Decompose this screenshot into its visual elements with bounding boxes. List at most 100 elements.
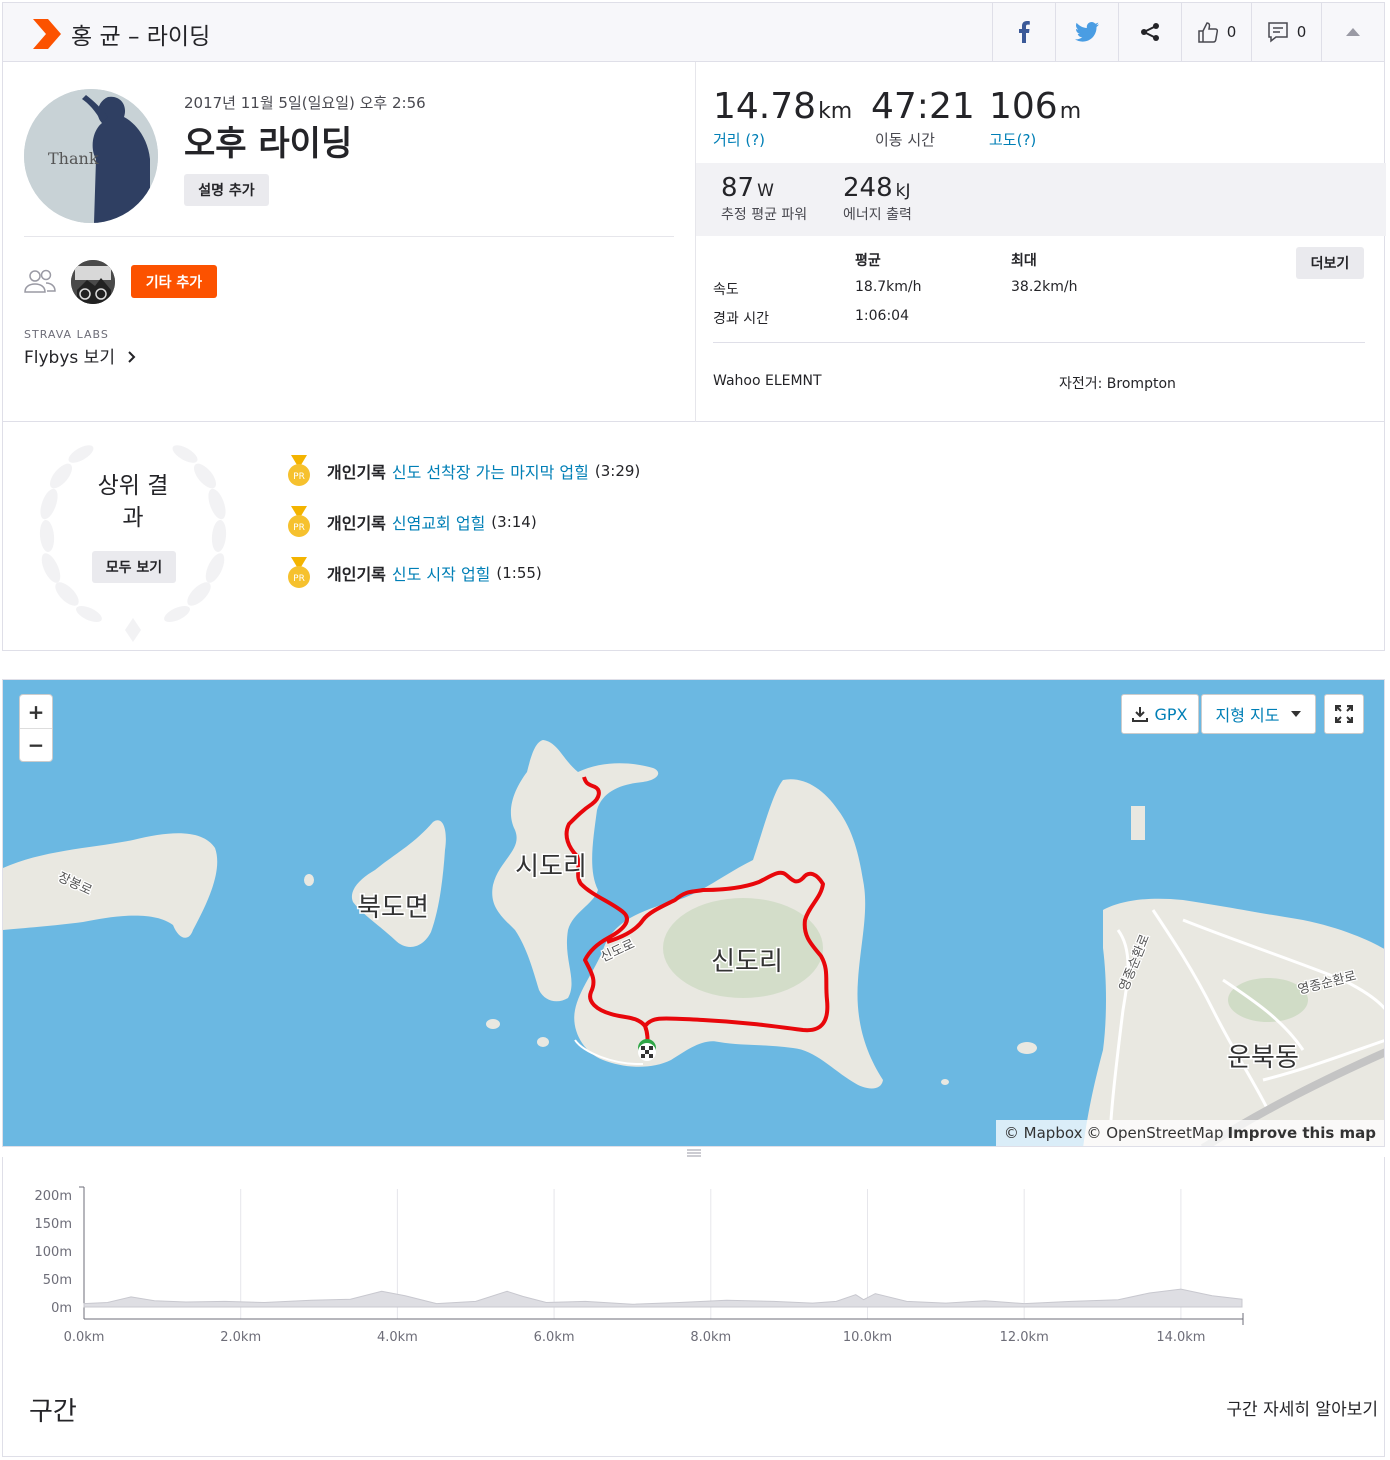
- comment-button[interactable]: 0: [1251, 3, 1321, 61]
- stat-power: 87 W 추정 평균 파워: [721, 173, 807, 224]
- laurel-wreath-icon: [39, 445, 227, 642]
- expand-icon: [1335, 705, 1353, 723]
- strava-labs-label: STRAVA LABS: [24, 328, 109, 341]
- map-canvas[interactable]: 시도리 북도면 신도리 운북동 장봉로 신도로 영종순환로 영종순환로: [3, 680, 1385, 1147]
- secondary-stats-box: 87 W 추정 평균 파워 248 kJ 에너지 출력: [696, 163, 1386, 236]
- segments-title: 구간: [29, 1397, 77, 1427]
- label-unbuk: 운북동: [1227, 1043, 1299, 1073]
- route-map[interactable]: 시도리 북도면 신도리 운북동 장봉로 신도로 영종순환로 영종순환로 + − …: [2, 679, 1385, 1147]
- mapbox-attribution-link[interactable]: © Mapbox: [1004, 1124, 1083, 1142]
- power-value: 87: [721, 173, 755, 203]
- thumbs-up-icon: [1197, 22, 1218, 43]
- segments-learn-more-link[interactable]: 구간 자세히 알아보기: [1226, 1395, 1378, 1420]
- y-tick-label: 0m: [51, 1301, 72, 1316]
- medal-label: PR: [293, 574, 305, 584]
- companion-avatar[interactable]: [71, 260, 115, 304]
- share-button[interactable]: [1118, 3, 1181, 61]
- achievements-panel: 상위 결과 모두 보기 PR 개인기록 신도 선착장 가는 마지막 업힐 (3:…: [2, 422, 1385, 651]
- islet: [304, 874, 314, 886]
- improve-map-link[interactable]: Improve this map: [1228, 1124, 1376, 1142]
- y-tick-label: 200m: [35, 1189, 72, 1204]
- kudos-count: 0: [1226, 23, 1237, 41]
- pr-medal-icon: PR: [288, 455, 310, 486]
- energy-label: 에너지 출력: [843, 207, 912, 223]
- distance-label[interactable]: 거리 (?): [713, 129, 852, 150]
- stat-moving-time: 47:21 이동 시간: [871, 86, 975, 150]
- caret-up-icon: [1346, 28, 1360, 36]
- elevation-unit: m: [1059, 99, 1082, 124]
- segment-link[interactable]: 신염교회 업힐: [392, 510, 485, 534]
- chevron-right-icon: [128, 351, 136, 363]
- y-tick-label: 150m: [35, 1217, 72, 1232]
- more-button[interactable]: 더보기: [1296, 247, 1364, 279]
- table-header-max: 최대: [1011, 253, 1037, 269]
- divider: [24, 236, 674, 237]
- share-icon: [1141, 23, 1159, 41]
- islet: [486, 1019, 500, 1029]
- add-others-button[interactable]: 기타 추가: [131, 265, 217, 298]
- power-unit: W: [757, 181, 774, 201]
- bike-name: 자전거: Brompton: [1059, 376, 1176, 392]
- flybys-link[interactable]: Flybys 보기: [24, 343, 136, 368]
- energy-value: 248: [843, 173, 893, 203]
- divider: [713, 342, 1365, 343]
- gpx-download-button[interactable]: GPX: [1121, 694, 1199, 734]
- header-title: 홍 균 – 라이딩: [71, 24, 211, 50]
- athlete-avatar[interactable]: Thank: [24, 89, 158, 223]
- medal-label: PR: [293, 472, 305, 482]
- speed-avg: 18.7km/h: [855, 279, 922, 295]
- companion-photo: [71, 260, 115, 304]
- collapse-button[interactable]: [1321, 3, 1384, 61]
- x-tick-label: 4.0km: [377, 1330, 418, 1345]
- stat-elevation: 106m 고도(?): [989, 86, 1081, 150]
- zoom-out-button[interactable]: −: [20, 728, 52, 761]
- pr-time: (3:14): [491, 513, 537, 531]
- resize-handle-icon[interactable]: [687, 1149, 701, 1157]
- map-type-dropdown[interactable]: 지형 지도: [1201, 694, 1316, 734]
- table-header-avg: 평균: [855, 253, 881, 269]
- islet: [941, 1079, 949, 1085]
- elevation-area: [83, 1288, 1243, 1308]
- pr-kind: 개인기록: [327, 565, 386, 584]
- power-label: 추정 평균 파워: [721, 207, 808, 223]
- pr-medal-icon: PR: [288, 506, 310, 537]
- pr-item: PR 개인기록 신도 선착장 가는 마지막 업힐 (3:29): [287, 455, 640, 487]
- start-finish-marker-icon: [638, 1039, 656, 1061]
- islet: [1131, 806, 1145, 840]
- header-actions: 0 0: [992, 3, 1384, 61]
- pr-kind: 개인기록: [327, 463, 386, 482]
- add-description-button[interactable]: 설명 추가: [184, 174, 269, 206]
- segment-link[interactable]: 신도 선착장 가는 마지막 업힐: [392, 459, 589, 483]
- map-type-label: 지형 지도: [1215, 706, 1280, 725]
- vertical-divider: [695, 62, 696, 422]
- x-tick-label: 8.0km: [690, 1330, 731, 1345]
- twitter-icon: [1075, 22, 1099, 42]
- zoom-in-button[interactable]: +: [20, 695, 52, 728]
- elevation-chart[interactable]: 0.0km 2.0km 4.0km 6.0km 8.0km 10.0km 12.0km 14.…: [3, 1157, 1386, 1357]
- speed-max: 38.2km/h: [1011, 279, 1078, 295]
- osm-attribution-link[interactable]: © OpenStreetMap: [1086, 1124, 1223, 1142]
- flybys-label: Flybys 보기: [24, 348, 115, 368]
- kudos-button[interactable]: 0: [1181, 3, 1251, 61]
- label-bukdo: 북도면: [357, 893, 429, 923]
- x-tick-label: 10.0km: [843, 1330, 892, 1345]
- download-icon: [1132, 707, 1149, 722]
- x-tick-label: 12.0km: [1000, 1330, 1049, 1345]
- activity-name: 오후 라이딩: [184, 124, 353, 164]
- label-sindo: 신도리: [711, 947, 783, 977]
- segment-link[interactable]: 신도 시작 업힐: [392, 561, 491, 585]
- elevation-label[interactable]: 고도(?): [989, 129, 1081, 150]
- map-attribution: © Mapbox © OpenStreetMap Improve this ma…: [995, 1120, 1384, 1146]
- comment-icon: [1267, 22, 1288, 43]
- distance-unit: km: [818, 99, 853, 124]
- pr-kind: 개인기록: [327, 514, 386, 533]
- twitter-share-button[interactable]: [1055, 3, 1118, 61]
- medal-label: PR: [293, 523, 305, 533]
- elevation-profile: 0.0km 2.0km 4.0km 6.0km 8.0km 10.0km 12.0km 14.…: [2, 1157, 1385, 1457]
- view-all-button[interactable]: 모두 보기: [92, 551, 176, 583]
- pr-time: (3:29): [594, 462, 641, 480]
- facebook-share-button[interactable]: [992, 3, 1055, 61]
- fullscreen-button[interactable]: [1324, 694, 1364, 734]
- caret-down-icon: [1291, 711, 1302, 717]
- x-tick-label: 6.0km: [534, 1330, 575, 1345]
